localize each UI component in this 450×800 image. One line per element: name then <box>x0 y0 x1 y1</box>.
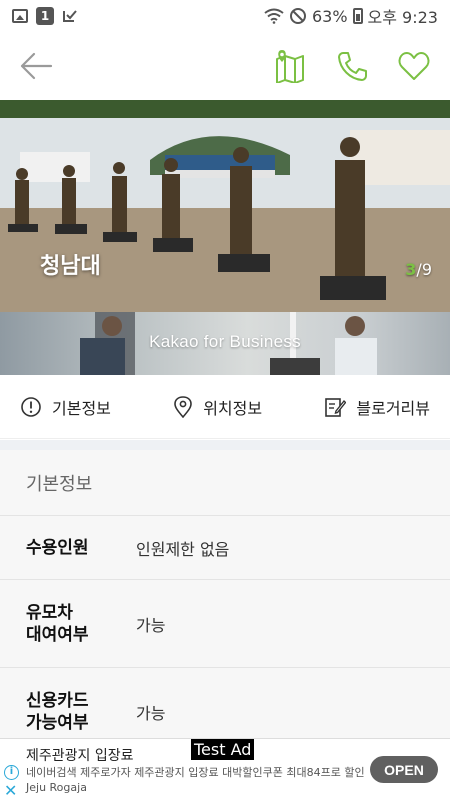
info-circle-icon <box>21 396 41 417</box>
ad-description: 네이버검색 제주로가자 제주관광지 입장료 대박할인쿠폰 최대84프로 할인 J… <box>26 766 365 794</box>
info-label: 신용카드 가능여부 <box>26 691 89 733</box>
top-nav <box>0 32 450 100</box>
wifi-icon <box>264 8 284 24</box>
check-tray-icon <box>63 10 77 22</box>
bottom-ad[interactable]: i ✕ 제주관광지 입장료 Test Ad 네이버검색 제주로가자 제주관광지 … <box>0 738 450 800</box>
tab-location-label: 위치정보 <box>203 398 263 418</box>
heart-icon <box>398 52 430 80</box>
battery-icon <box>352 8 363 24</box>
section-tabs: 기본정보 위치정보 블로거리뷰 <box>0 375 450 439</box>
map-icon <box>276 50 304 83</box>
favorite-button[interactable] <box>394 46 434 86</box>
ad-close-icon[interactable]: ✕ <box>4 783 17 799</box>
section-heading: 기본정보 <box>0 450 450 516</box>
info-label: 유모차 대여여부 <box>26 602 89 645</box>
info-label: 수용인원 <box>26 537 89 558</box>
do-not-disturb-icon <box>289 8 306 24</box>
info-value: 가능 <box>136 615 166 635</box>
info-row-capacity: 수용인원 인원제한 없음 <box>0 516 450 580</box>
tab-blogger-review-label: 블로거리뷰 <box>356 398 430 418</box>
ad-open-button[interactable]: OPEN <box>370 756 438 783</box>
ad-title: 제주관광지 입장료 <box>26 748 134 764</box>
hero-image[interactable]: 청남대 3/9 <box>0 100 450 312</box>
tab-blogger-review[interactable]: 블로거리뷰 <box>324 395 430 419</box>
image-notification-icon <box>12 9 28 23</box>
status-left: 1 <box>12 7 78 25</box>
location-pin-icon <box>174 395 192 418</box>
info-value: 가능 <box>136 704 166 723</box>
info-value: 인원제한 없음 <box>136 539 230 559</box>
battery-percent: 63% <box>311 6 348 26</box>
tab-basic-info-label: 기본정보 <box>52 398 111 418</box>
basic-info-section: 기본정보 수용인원 인원제한 없음 유모차 대여여부 가능 신용카드 가능여부 … <box>0 450 450 738</box>
test-ad-label: Test Ad <box>191 739 255 760</box>
back-button[interactable] <box>16 46 56 86</box>
banner-ad[interactable]: Kakao for Business <box>0 312 450 375</box>
map-button[interactable] <box>270 46 310 86</box>
image-counter-total: /9 <box>416 260 432 279</box>
tab-location[interactable]: 위치정보 <box>173 395 262 419</box>
phone-icon <box>338 52 367 81</box>
place-title: 청남대 <box>40 254 101 279</box>
image-counter: 3/9 <box>405 260 432 279</box>
tab-basic-info[interactable]: 기본정보 <box>20 395 111 419</box>
back-arrow-icon <box>20 52 53 80</box>
edit-document-icon <box>325 397 347 417</box>
info-row-credit-card: 신용카드 가능여부 가능 <box>0 668 450 738</box>
call-button[interactable] <box>332 46 372 86</box>
image-counter-current: 3 <box>405 260 417 279</box>
info-row-stroller: 유모차 대여여부 가능 <box>0 580 450 668</box>
clock: 오후 9:23 <box>367 8 438 27</box>
status-bar: 1 63% 오후 9:23 <box>0 0 450 32</box>
section-divider <box>0 440 450 450</box>
hero-photo <box>0 100 450 312</box>
notification-count-badge: 1 <box>36 7 54 25</box>
banner-text: Kakao for Business <box>149 332 301 351</box>
ad-info-icon[interactable]: i <box>4 765 19 780</box>
status-right: 63% 오후 9:23 <box>264 4 438 28</box>
